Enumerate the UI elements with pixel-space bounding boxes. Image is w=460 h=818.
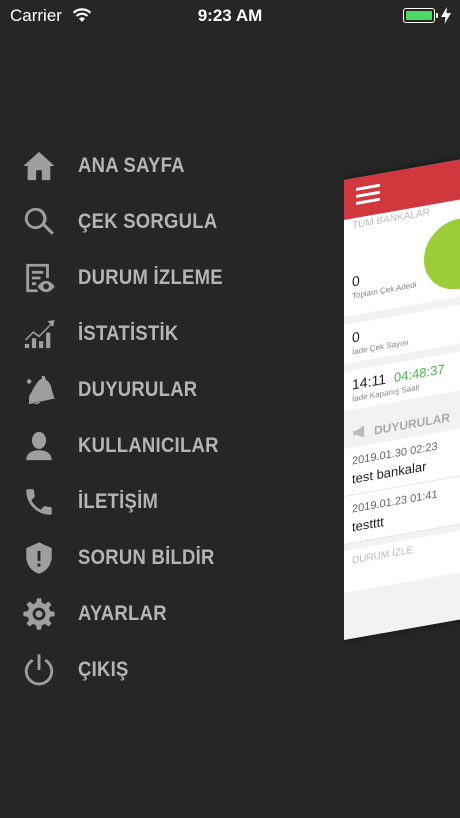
menu-item-report-issue[interactable]: SORUN BİLDİR [20,530,340,586]
menu-label: İSTATİSTİK [78,322,179,345]
menu-label: AYARLAR [78,602,167,625]
clock: 9:23 AM [197,6,263,25]
megaphone-icon [20,371,58,409]
search-icon [20,203,58,241]
menu-item-settings[interactable]: AYARLAR [20,586,340,642]
battery-tip [436,13,438,18]
menu-label: DUYURULAR [78,378,198,401]
battery-icon [403,8,435,23]
status-bar: Carrier 9:23 AM [0,0,460,32]
phone-icon [20,483,58,521]
menu-item-home[interactable]: ANA SAYFA [20,138,340,194]
menu-label: SORUN BİLDİR [78,546,215,569]
menu-label: DURUM İZLEME [78,266,223,289]
shield-alert-icon [20,539,58,577]
menu-item-announcements[interactable]: DUYURULAR [20,362,340,418]
statistics-chart-icon [20,315,58,353]
app-preview-screen: TÜM BANKALAR 0 Toplam Çek Adedi 0 İade Ç… [344,151,460,640]
megaphone-icon [353,425,364,438]
home-icon [20,147,58,185]
menu-item-users[interactable]: KULLANICILAR [20,418,340,474]
menu-label: İLETİŞİM [78,490,159,513]
menu-label: ÇEK SORGULA [78,210,218,233]
menu-label: ANA SAYFA [78,154,185,177]
user-icon [20,427,58,465]
menu-item-statistics[interactable]: İSTATİSTİK [20,306,340,362]
charging-bolt-icon [441,7,451,24]
power-icon [20,651,58,689]
menu-item-cheque-query[interactable]: ÇEK SORGULA [20,194,340,250]
app-preview-panel[interactable]: TÜM BANKALAR 0 Toplam Çek Adedi 0 İade Ç… [344,150,460,670]
menu-item-contact[interactable]: İLETİŞİM [20,474,340,530]
status-watch-icon [20,259,58,297]
menu-item-logout[interactable]: ÇIKIŞ [20,642,340,698]
menu-label: KULLANICILAR [78,434,219,457]
gear-icon [20,595,58,633]
menu-label: ÇIKIŞ [78,658,129,681]
hamburger-menu-icon[interactable] [356,183,380,206]
menu-item-status-watch[interactable]: DURUM İZLEME [20,250,340,306]
side-menu: ANA SAYFA ÇEK SORGULA DURUM İZLEME İSTAT… [20,138,340,698]
